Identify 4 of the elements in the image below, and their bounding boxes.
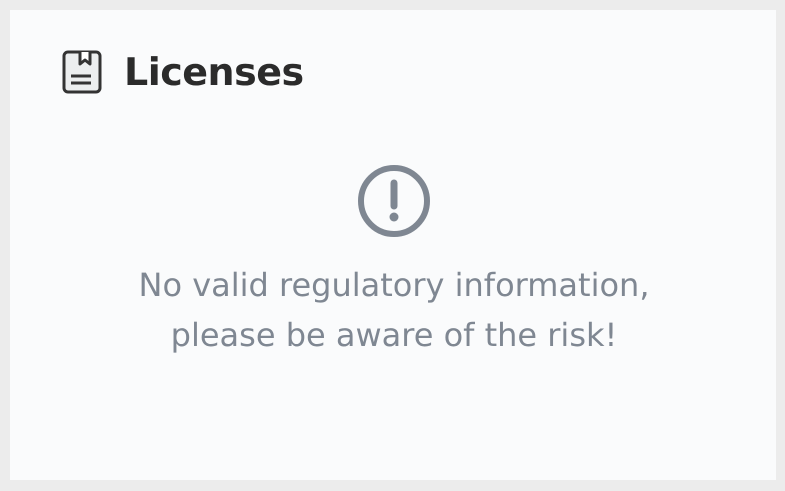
warning-icon: [357, 164, 431, 238]
card-title: Licenses: [124, 50, 304, 94]
document-bookmark-icon: [62, 50, 102, 94]
notice-message: No valid regulatory information, please be aware of the risk!: [138, 265, 650, 356]
